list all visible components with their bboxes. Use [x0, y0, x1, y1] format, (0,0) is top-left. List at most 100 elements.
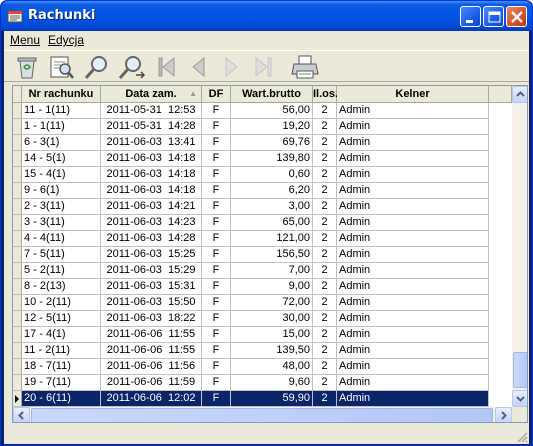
table-cell[interactable]: F — [202, 279, 231, 295]
row-indicator[interactable] — [13, 151, 22, 167]
table-row[interactable]: 19 - 7(11) 2011-06-06 11:59 F 9,60 2 Admin — [13, 375, 513, 391]
row-indicator[interactable] — [13, 167, 22, 183]
table-row[interactable]: 14 - 5(1) 2011-06-03 14:18 F 139,80 2 Admin — [13, 151, 513, 167]
table-cell[interactable]: 2 — [313, 151, 337, 167]
scroll-left-button[interactable] — [13, 407, 30, 422]
table-cell[interactable]: 2011-05-31 12:53 — [101, 103, 202, 119]
table-cell[interactable]: F — [202, 151, 231, 167]
table-cell[interactable]: F — [202, 343, 231, 359]
row-indicator[interactable] — [13, 375, 22, 391]
table-cell[interactable]: 2 — [313, 103, 337, 119]
table-cell[interactable]: 2011-06-06 11:55 — [101, 327, 202, 343]
row-indicator[interactable] — [13, 327, 22, 343]
table-cell[interactable]: 2011-06-06 12:02 — [101, 391, 202, 407]
column-header[interactable]: Wart.brutto — [231, 86, 313, 103]
table-cell[interactable]: 2011-06-03 14:28 — [101, 231, 202, 247]
table-cell[interactable]: 2 — [313, 327, 337, 343]
table-cell[interactable]: Admin — [337, 231, 489, 247]
table-cell[interactable]: 2 — [313, 391, 337, 407]
table-cell[interactable]: F — [202, 247, 231, 263]
table-cell[interactable]: 139,80 — [231, 151, 313, 167]
close-button[interactable] — [506, 6, 527, 27]
table-row[interactable]: 1 - 1(11) 2011-05-31 14:28 F 19,20 2 Admin — [13, 119, 513, 135]
table-cell[interactable]: 11 - 1(11) — [22, 103, 101, 119]
table-row[interactable]: 20 - 6(11) 2011-06-06 12:02 F 59,90 2 Admin — [13, 391, 513, 407]
column-header[interactable]: Kelner — [337, 86, 489, 103]
table-cell[interactable]: 10 - 2(11) — [22, 295, 101, 311]
column-header[interactable]: DF — [202, 86, 231, 103]
table-cell[interactable]: 121,00 — [231, 231, 313, 247]
column-header[interactable]: Data zam. ▲ — [101, 86, 202, 103]
table-cell[interactable]: 2011-06-03 18:22 — [101, 311, 202, 327]
next-record-icon[interactable] — [216, 54, 246, 80]
table-cell[interactable]: 11 - 2(11) — [22, 343, 101, 359]
table-cell[interactable]: 2011-06-03 15:31 — [101, 279, 202, 295]
table-cell[interactable]: Admin — [337, 135, 489, 151]
scroll-right-button[interactable] — [495, 407, 512, 422]
table-row[interactable]: 18 - 7(11) 2011-06-06 11:56 F 48,00 2 Admin — [13, 359, 513, 375]
hscroll-thumb[interactable] — [31, 408, 493, 422]
row-indicator[interactable] — [13, 135, 22, 151]
table-row[interactable]: 2 - 3(11) 2011-06-03 14:21 F 3,00 2 Admin — [13, 199, 513, 215]
row-indicator[interactable] — [13, 119, 22, 135]
row-indicator[interactable] — [13, 279, 22, 295]
table-cell[interactable]: F — [202, 311, 231, 327]
table-cell[interactable]: Admin — [337, 327, 489, 343]
search-next-icon[interactable] — [116, 54, 146, 80]
minimize-button[interactable] — [460, 6, 481, 27]
table-cell[interactable]: 9,60 — [231, 375, 313, 391]
table-cell[interactable]: 2011-06-06 11:55 — [101, 343, 202, 359]
table-cell[interactable]: 2 — [313, 375, 337, 391]
table-cell[interactable]: F — [202, 327, 231, 343]
table-cell[interactable]: 2 — [313, 215, 337, 231]
scroll-thumb[interactable] — [513, 352, 527, 388]
table-row[interactable]: 11 - 1(11) 2011-05-31 12:53 F 56,00 2 Admin — [13, 103, 513, 119]
row-indicator[interactable] — [13, 215, 22, 231]
table-cell[interactable]: Admin — [337, 343, 489, 359]
table-row[interactable]: 5 - 2(11) 2011-06-03 15:29 F 7,00 2 Admin — [13, 263, 513, 279]
table-cell[interactable]: 2 — [313, 119, 337, 135]
table-cell[interactable]: 48,00 — [231, 359, 313, 375]
table-cell[interactable]: 19,20 — [231, 119, 313, 135]
table-cell[interactable]: Admin — [337, 199, 489, 215]
table-cell[interactable]: F — [202, 135, 231, 151]
last-record-icon[interactable] — [248, 54, 278, 80]
table-cell[interactable]: 3 - 3(11) — [22, 215, 101, 231]
table-cell[interactable]: 2 — [313, 343, 337, 359]
table-cell[interactable]: F — [202, 375, 231, 391]
table-cell[interactable]: F — [202, 215, 231, 231]
table-cell[interactable]: 139,50 — [231, 343, 313, 359]
trash-icon[interactable] — [12, 54, 42, 80]
table-cell[interactable]: 15 - 4(1) — [22, 167, 101, 183]
table-cell[interactable]: F — [202, 295, 231, 311]
preview-icon[interactable] — [46, 54, 76, 80]
row-indicator[interactable] — [13, 103, 22, 119]
table-row[interactable]: 8 - 2(13) 2011-06-03 15:31 F 9,00 2 Admin — [13, 279, 513, 295]
table-cell[interactable]: F — [202, 119, 231, 135]
table-cell[interactable]: 9,00 — [231, 279, 313, 295]
table-cell[interactable]: F — [202, 183, 231, 199]
table-cell[interactable]: 6,20 — [231, 183, 313, 199]
row-indicator[interactable] — [13, 391, 22, 407]
table-cell[interactable]: 2 - 3(11) — [22, 199, 101, 215]
table-cell[interactable]: 65,00 — [231, 215, 313, 231]
table-cell[interactable]: 2 — [313, 359, 337, 375]
column-header[interactable]: Il.os. — [313, 86, 338, 103]
resize-grip-icon[interactable] — [515, 430, 528, 443]
table-row[interactable]: 17 - 4(1) 2011-06-06 11:55 F 15,00 2 Admin — [13, 327, 513, 343]
table-cell[interactable]: 2011-06-03 14:21 — [101, 199, 202, 215]
menu-edycja[interactable]: Edycja — [48, 33, 84, 47]
table-cell[interactable]: Admin — [337, 151, 489, 167]
row-indicator[interactable] — [13, 231, 22, 247]
scroll-down-button[interactable] — [512, 390, 527, 407]
first-record-icon[interactable] — [152, 54, 182, 80]
table-cell[interactable]: 9 - 6(1) — [22, 183, 101, 199]
table-cell[interactable]: 5 - 2(11) — [22, 263, 101, 279]
table-cell[interactable]: 2011-06-03 15:25 — [101, 247, 202, 263]
prev-record-icon[interactable] — [184, 54, 214, 80]
table-row[interactable]: 11 - 2(11) 2011-06-06 11:55 F 139,50 2 Admin — [13, 343, 513, 359]
table-row[interactable]: 7 - 5(11) 2011-06-03 15:25 F 156,50 2 Admin — [13, 247, 513, 263]
table-cell[interactable]: 2011-06-03 14:18 — [101, 183, 202, 199]
table-cell[interactable]: 2011-06-03 15:29 — [101, 263, 202, 279]
table-row[interactable]: 12 - 5(11) 2011-06-03 18:22 F 30,00 2 Admin — [13, 311, 513, 327]
